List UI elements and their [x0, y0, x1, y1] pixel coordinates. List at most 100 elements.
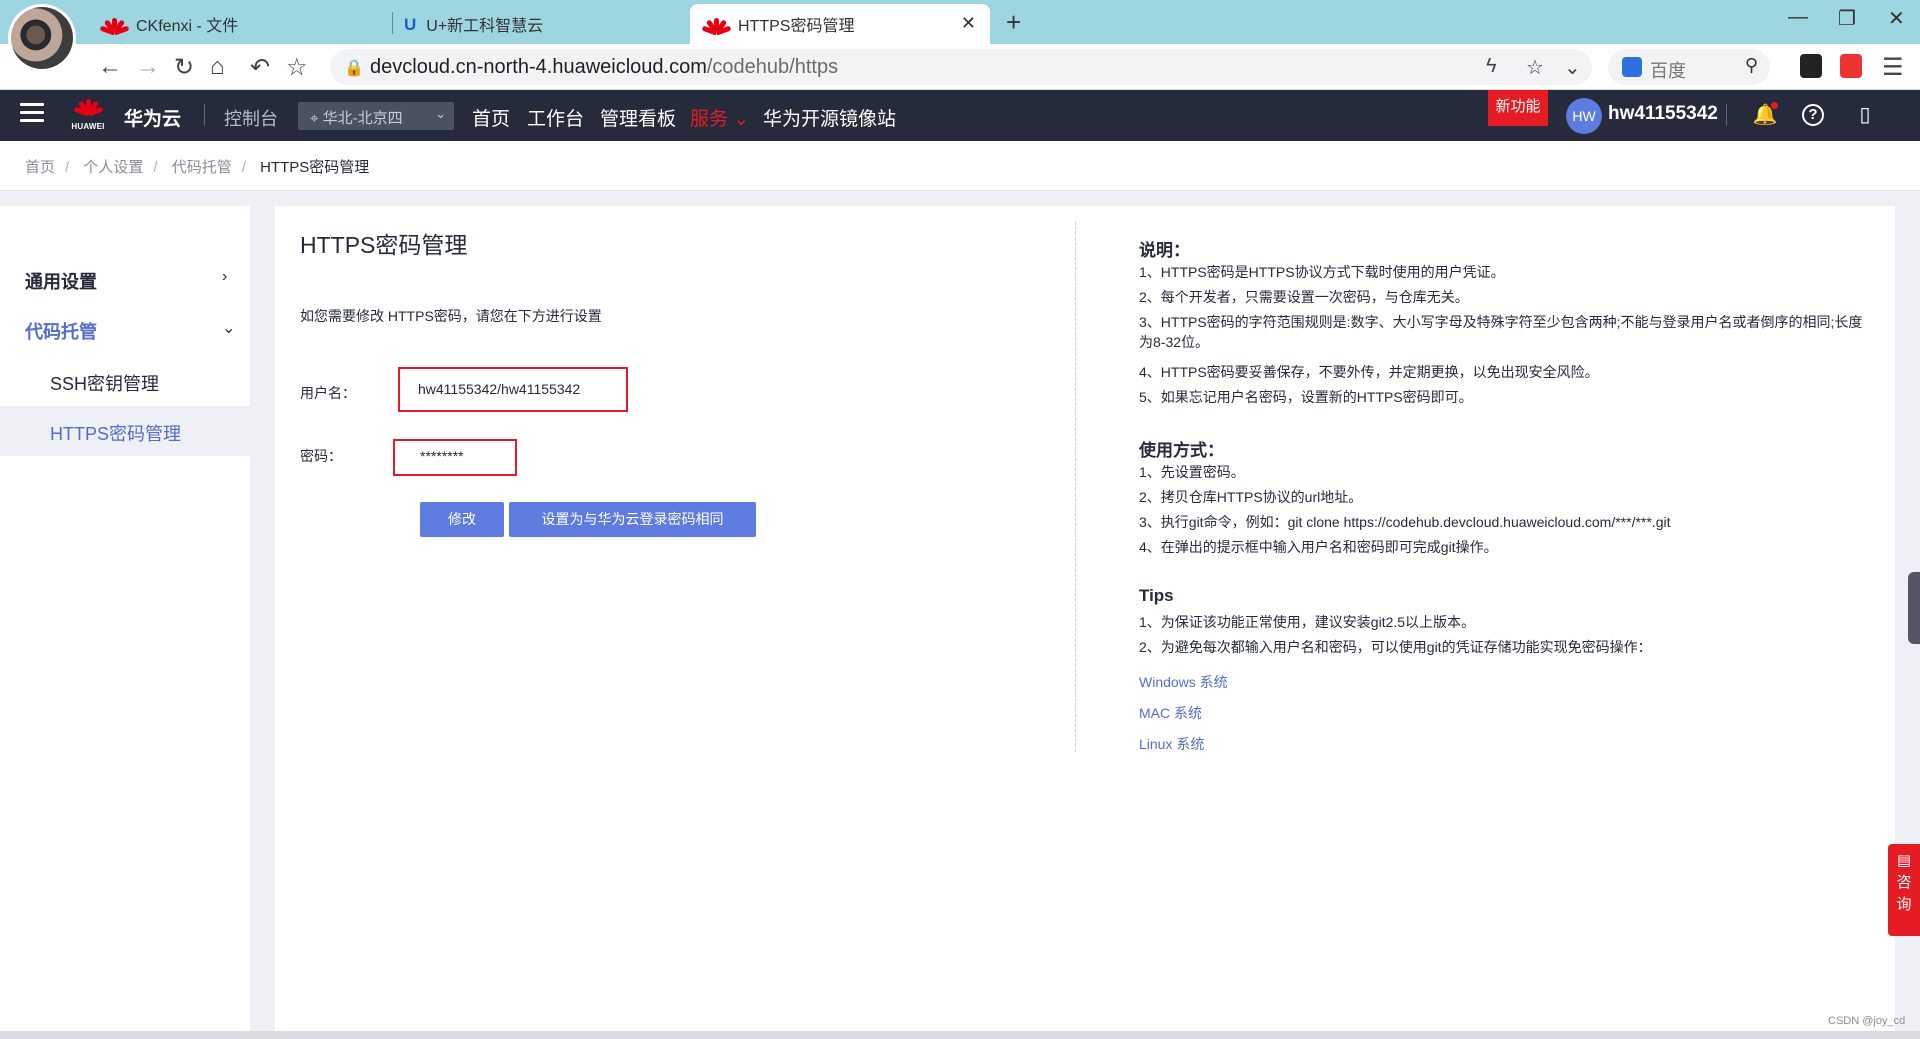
- header-divider: [1726, 104, 1727, 126]
- nav-home[interactable]: 首页: [472, 104, 510, 131]
- url-text: devcloud.cn-north-4.huaweicloud.com/code…: [370, 56, 839, 78]
- brand-name[interactable]: 华为云: [124, 104, 181, 131]
- star-icon[interactable]: ☆: [286, 53, 308, 82]
- close-tab-icon[interactable]: ✕: [961, 13, 976, 34]
- region-label: 华北-北京四: [322, 110, 403, 127]
- console-link[interactable]: 控制台: [224, 105, 278, 131]
- bottom-scrollbar[interactable]: [0, 1031, 1920, 1039]
- username-field[interactable]: hw41155342/hw41155342: [406, 375, 620, 405]
- hamburger-menu-icon[interactable]: [20, 103, 44, 123]
- consult-label: 咨询: [1896, 874, 1912, 913]
- region-selector[interactable]: ⌖ 华北-北京四 ⌄: [298, 102, 454, 130]
- close-window-icon[interactable]: ✕: [1888, 6, 1905, 31]
- browser-tab-https[interactable]: HTTPS密码管理 ✕: [690, 4, 990, 44]
- tab-title: CKfenxi - 文件: [136, 18, 239, 35]
- watermark: CSDN @joy_cd: [1828, 1015, 1906, 1027]
- breadcrumb-personal-settings[interactable]: 个人设置: [83, 159, 143, 176]
- chevron-down-icon: ⌄: [435, 106, 446, 121]
- chevron-right-icon[interactable]: ›: [222, 268, 227, 286]
- password-label: 密码：: [300, 448, 342, 464]
- usage-line: 4、在弹出的提示框中输入用户名和密码即可完成git操作。: [1139, 539, 1498, 555]
- chevron-down-icon[interactable]: ⌄: [222, 318, 235, 338]
- huawei-icon: [701, 15, 732, 36]
- nav-workbench[interactable]: 工作台: [527, 104, 584, 131]
- location-icon: ⌖: [310, 110, 319, 127]
- nav-services[interactable]: 服务 ⌄: [690, 104, 750, 145]
- tips-line: 1、为保证该功能正常使用，建议安装git2.5以上版本。: [1139, 614, 1476, 630]
- description-heading: 说明：: [1139, 241, 1190, 260]
- linux-link[interactable]: Linux 系统: [1139, 734, 1204, 754]
- chevron-down-icon[interactable]: ⌄: [1564, 55, 1581, 80]
- back-icon[interactable]: ←: [98, 53, 122, 81]
- browser-tab-uplus[interactable]: U U+新工科智慧云: [404, 4, 684, 44]
- extension-icon[interactable]: [1800, 54, 1822, 78]
- browser-tab-bar: CKfenxi - 文件 U U+新工科智慧云 HTTPS密码管理 ✕ + — …: [0, 0, 1920, 72]
- sidebar-group-general[interactable]: 通用设置: [25, 268, 97, 294]
- pdf-extension-icon[interactable]: [1840, 54, 1862, 78]
- tab-title: U+新工科智慧云: [426, 18, 544, 35]
- search-icon[interactable]: ⚲: [1745, 55, 1758, 76]
- password-field[interactable]: ********: [408, 444, 508, 470]
- browser-menu-icon[interactable]: ☰: [1882, 53, 1904, 82]
- breadcrumb-home[interactable]: 首页: [25, 159, 55, 176]
- baidu-icon: [1622, 57, 1642, 77]
- username-label: 用户名：: [300, 385, 356, 401]
- search-engine-box[interactable]: 百度 ⚲: [1608, 49, 1770, 85]
- help-icon[interactable]: ?: [1802, 104, 1824, 126]
- description-line: 3、HTTPS密码的字符范围规则是:数字、大小写字母及特殊字符至少包含两种;不能…: [1139, 314, 1863, 350]
- sidebar-item-https[interactable]: HTTPS密码管理: [0, 406, 250, 456]
- new-feature-badge[interactable]: 新功能: [1488, 90, 1548, 126]
- mac-link[interactable]: MAC 系统: [1139, 703, 1202, 723]
- reload-icon[interactable]: ↻: [174, 53, 194, 82]
- bookmark-star-icon[interactable]: ☆: [1526, 55, 1544, 80]
- browser-tab-ckfenxi[interactable]: CKfenxi - 文件: [99, 4, 394, 44]
- user-avatar[interactable]: HW: [1566, 98, 1602, 134]
- scroll-handle[interactable]: [1908, 572, 1920, 644]
- usage-heading: 使用方式：: [1139, 441, 1224, 460]
- same-as-login-password-button[interactable]: 设置为与华为云登录密码相同: [509, 502, 756, 537]
- huawei-logo[interactable]: HUAWEI: [66, 96, 110, 136]
- usage-line: 1、先设置密码。: [1139, 464, 1245, 480]
- lock-icon: 🔒: [344, 60, 364, 77]
- breadcrumb: 首页 / 个人设置 / 代码托管 / HTTPS密码管理: [0, 141, 1920, 191]
- address-bar: ← → ↻ ⌂ ↶ ☆ 🔒 devcloud.cn-north-4.huawei…: [0, 44, 1920, 90]
- minimize-icon[interactable]: —: [1788, 6, 1808, 29]
- uplus-icon: U: [404, 15, 417, 34]
- modify-button[interactable]: 修改: [420, 502, 504, 537]
- sidebar-group-code-hosting[interactable]: 代码托管: [25, 318, 97, 344]
- nav-mirror-site[interactable]: 华为开源镜像站: [763, 104, 896, 131]
- page-title: HTTPS密码管理: [300, 232, 468, 258]
- tips-heading: Tips: [1139, 586, 1174, 605]
- restore-icon[interactable]: ❐: [1838, 6, 1856, 31]
- username[interactable]: hw41155342: [1608, 103, 1718, 125]
- nav-dashboard[interactable]: 管理看板: [600, 104, 676, 131]
- sidebar-item-ssh[interactable]: SSH密钥管理: [0, 356, 250, 406]
- description-line: 2、每个开发者，只需要设置一次密码，与仓库无关。: [1139, 289, 1469, 305]
- breadcrumb-code-hosting[interactable]: 代码托管: [172, 159, 232, 176]
- search-engine-label: 百度: [1650, 61, 1686, 81]
- usage-line: 2、拷贝仓库HTTPS协议的url地址。: [1139, 489, 1363, 505]
- chat-icon: ▤: [1896, 852, 1912, 869]
- breadcrumb-current: HTTPS密码管理: [260, 159, 370, 176]
- tab-divider: [392, 12, 393, 34]
- new-tab-icon[interactable]: +: [1006, 7, 1021, 38]
- forward-icon[interactable]: →: [136, 53, 160, 81]
- description-line: 4、HTTPS密码要妥善保存，不要外传，并定期更换，以免出现安全风险。: [1139, 364, 1599, 380]
- usage-line: 3、执行git命令，例如：git clone https://codehub.d…: [1139, 514, 1671, 530]
- url-field[interactable]: 🔒 devcloud.cn-north-4.huaweicloud.com/co…: [330, 49, 1592, 85]
- tab-title: HTTPS密码管理: [738, 18, 855, 35]
- tips-line: 2、为避免每次都输入用户名和密码，可以使用git的凭证存储功能实现免密码操作：: [1139, 639, 1652, 655]
- home-icon[interactable]: ⌂: [210, 53, 225, 81]
- consult-button[interactable]: ▤ 咨询: [1888, 844, 1920, 936]
- bell-icon[interactable]: 🔔: [1752, 102, 1778, 128]
- lightning-icon[interactable]: ϟ: [1486, 55, 1497, 78]
- panel-divider: [1075, 222, 1076, 752]
- profile-avatar[interactable]: [8, 4, 76, 72]
- windows-link[interactable]: Windows 系统: [1139, 672, 1228, 692]
- order-icon[interactable]: ▯: [1852, 102, 1878, 128]
- description-line: 5、如果忘记用户名密码，设置新的HTTPS密码即可。: [1139, 389, 1473, 405]
- undo-icon[interactable]: ↶: [250, 53, 270, 82]
- huawei-icon: [99, 15, 130, 36]
- app-header: HUAWEI 华为云 控制台 ⌖ 华北-北京四 ⌄ 首页 工作台 管理看板 服务…: [0, 90, 1920, 145]
- page-hint: 如您需要修改 HTTPS密码，请您在下方进行设置: [300, 308, 602, 324]
